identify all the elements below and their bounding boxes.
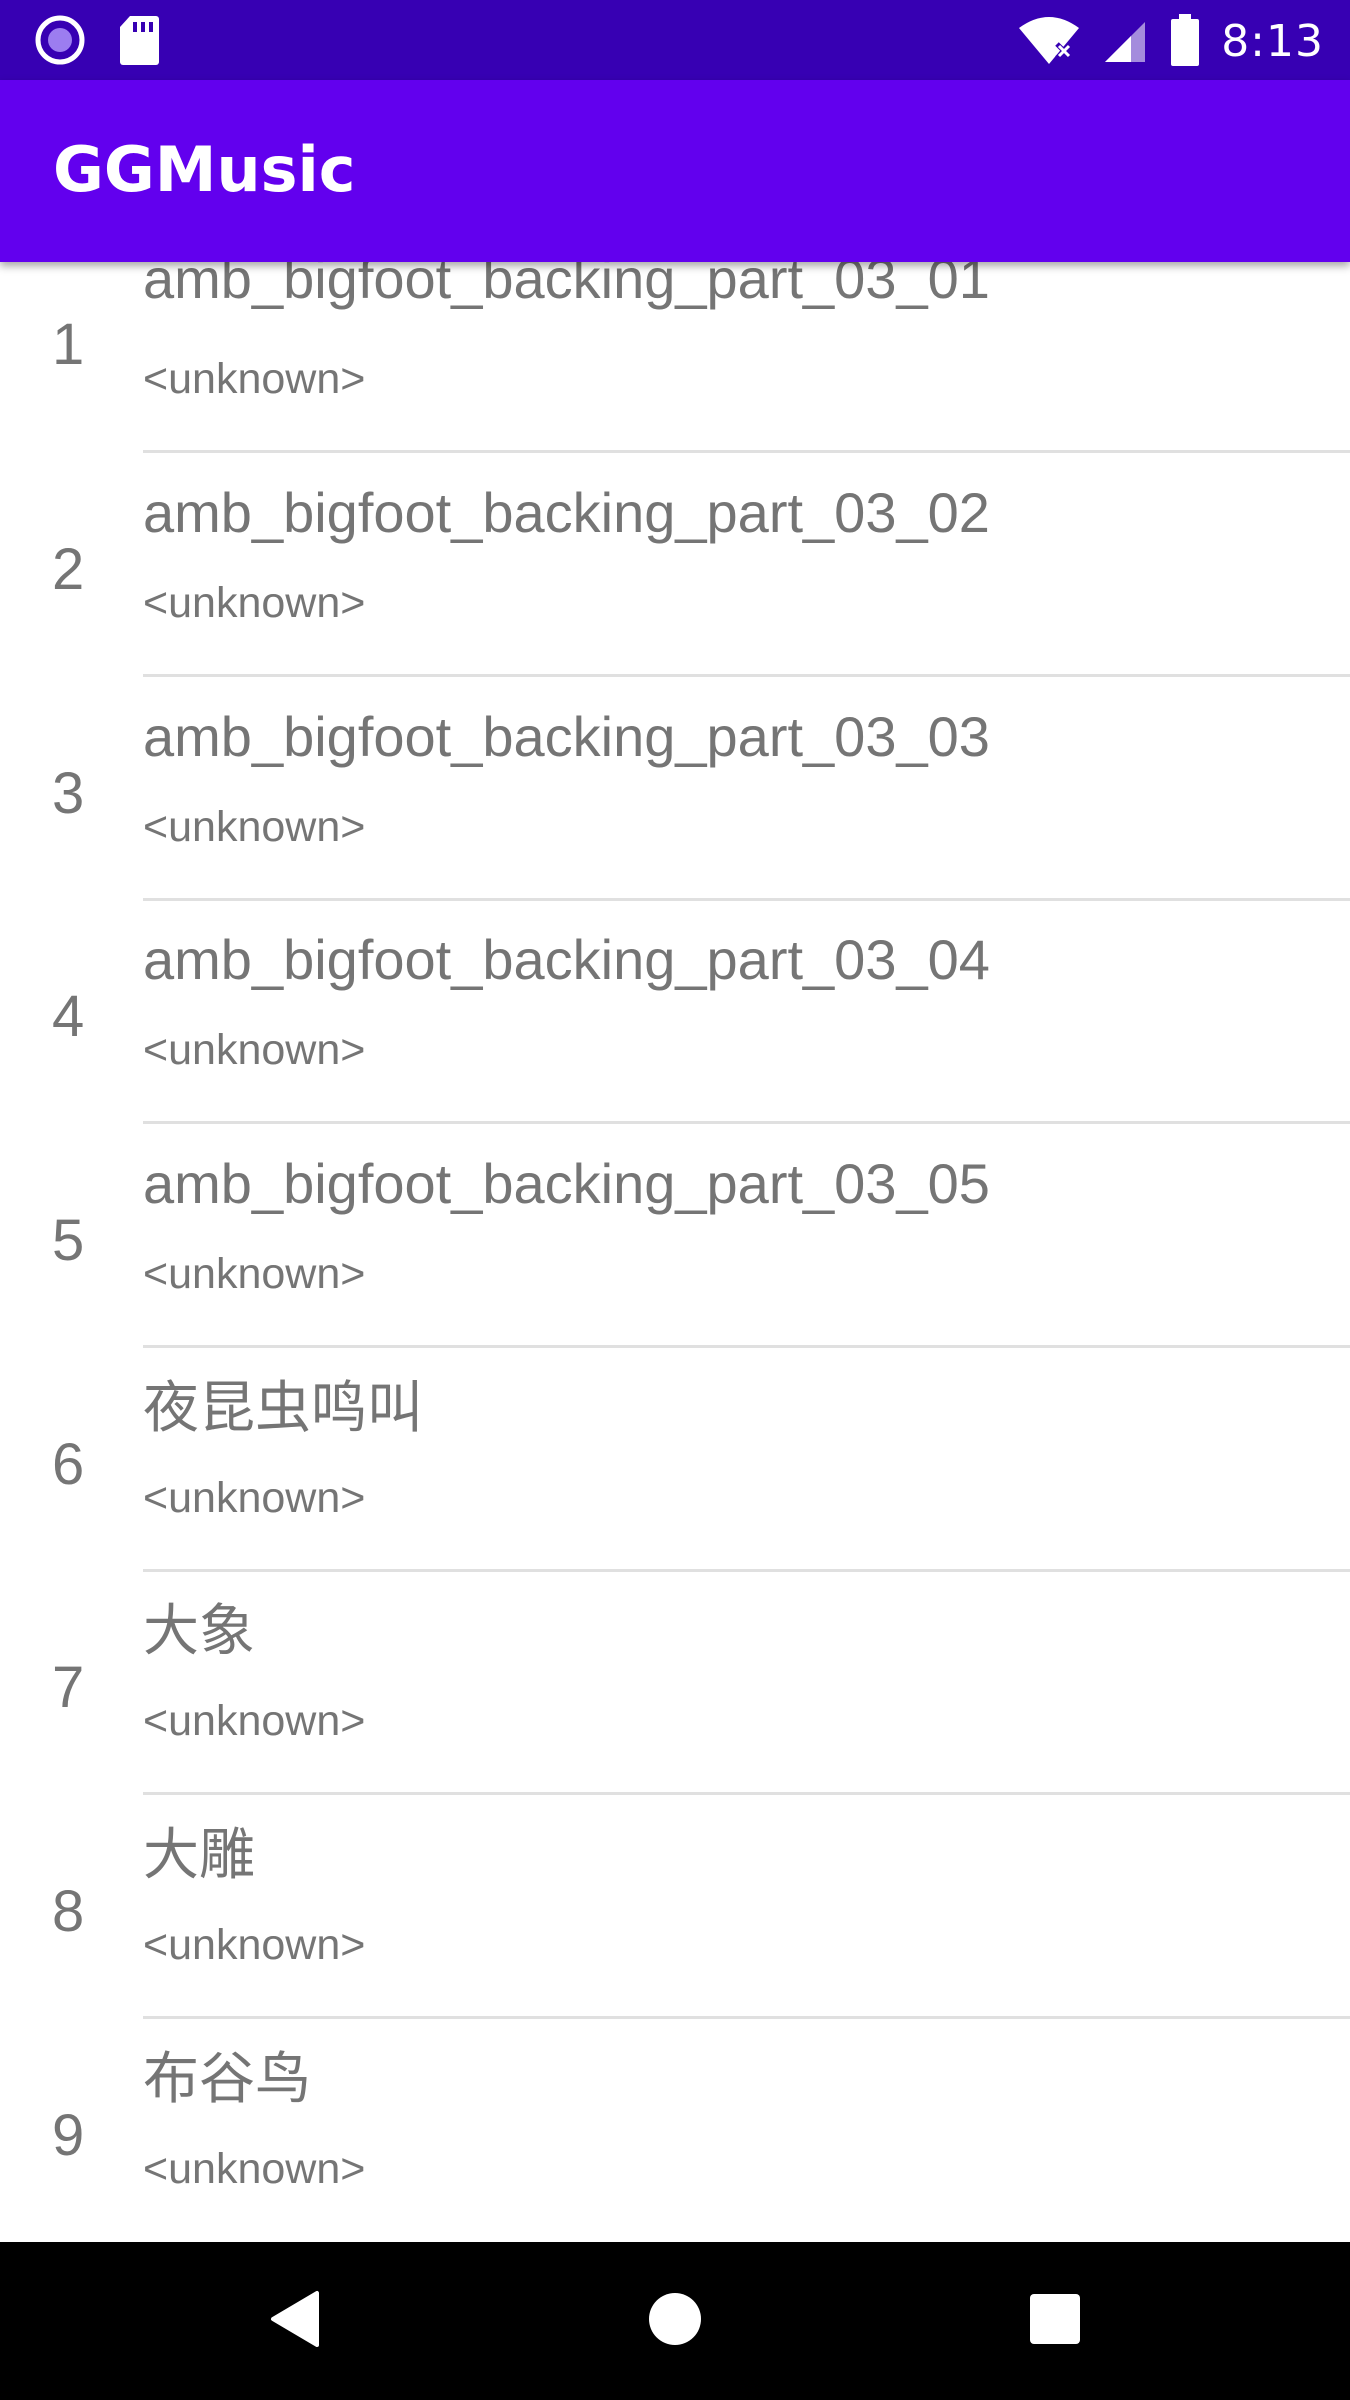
song-list-item[interactable]: 4 amb_bigfoot_backing_part_03_04 <unknow… (0, 900, 1350, 1124)
song-title: amb_bigfoot_backing_part_03_05 (143, 1152, 990, 1215)
app-bar: GGMusic (0, 80, 1350, 262)
song-number: 9 (52, 2103, 85, 2168)
record-indicator-icon (34, 14, 86, 70)
navigation-bar (0, 2242, 1350, 2400)
song-list-item[interactable]: 8 大雕 <unknown> (0, 1795, 1350, 2019)
cell-signal-icon (1101, 14, 1149, 70)
back-button[interactable] (250, 2276, 340, 2366)
recents-button[interactable] (1010, 2276, 1100, 2366)
song-artist: <unknown> (143, 1026, 366, 1074)
song-artist: <unknown> (143, 2145, 366, 2193)
status-time: 8:13 (1221, 16, 1324, 67)
app-title: GGMusic (53, 133, 356, 206)
song-number: 4 (52, 984, 85, 1049)
song-list[interactable]: 1 amb_bigfoot_backing_part_03_01 <unknow… (0, 262, 1350, 2242)
sd-card-icon (118, 14, 160, 70)
song-number: 1 (52, 312, 85, 377)
home-button[interactable] (630, 2276, 720, 2366)
song-artist: <unknown> (143, 1697, 366, 1745)
song-number: 2 (52, 537, 85, 602)
song-title: 布谷鸟 (143, 2047, 311, 2110)
song-artist: <unknown> (143, 1474, 366, 1522)
song-artist: <unknown> (143, 1921, 366, 1969)
song-title: 大雕 (143, 1823, 255, 1886)
song-title: 大象 (143, 1599, 255, 1662)
song-title: amb_bigfoot_backing_part_03_04 (143, 928, 990, 991)
wifi-no-internet-icon (1017, 14, 1081, 70)
song-title: amb_bigfoot_backing_part_03_01 (143, 262, 990, 310)
status-bar: 8:13 (0, 0, 1350, 80)
song-number: 3 (52, 761, 85, 826)
song-list-item[interactable]: 1 amb_bigfoot_backing_part_03_01 <unknow… (0, 262, 1350, 453)
song-title: 夜昆虫鸣叫 (143, 1376, 423, 1439)
status-left-icons (34, 14, 160, 70)
song-list-item[interactable]: 3 amb_bigfoot_backing_part_03_03 <unknow… (0, 677, 1350, 901)
song-artist: <unknown> (143, 803, 366, 851)
song-number: 6 (52, 1432, 85, 1497)
song-list-item[interactable]: 9 布谷鸟 <unknown> (0, 2019, 1350, 2242)
song-number: 7 (52, 1655, 85, 1720)
song-list-item[interactable]: 7 大象 <unknown> (0, 1571, 1350, 1795)
status-right-icons: 8:13 (1017, 12, 1324, 72)
song-artist: <unknown> (143, 1250, 366, 1298)
recents-icon (1027, 2291, 1083, 2351)
back-icon (267, 2289, 323, 2353)
song-artist: <unknown> (143, 579, 366, 627)
song-list-item[interactable]: 6 夜昆虫鸣叫 <unknown> (0, 1348, 1350, 1572)
song-list-item[interactable]: 5 amb_bigfoot_backing_part_03_05 <unknow… (0, 1124, 1350, 1348)
home-icon (645, 2289, 705, 2353)
song-number: 8 (52, 1879, 85, 1944)
screen: 8:13 GGMusic 1 amb_bigfoot_backing_part_… (0, 0, 1350, 2400)
song-title: amb_bigfoot_backing_part_03_03 (143, 705, 990, 768)
song-artist: <unknown> (143, 355, 366, 403)
song-list-item[interactable]: 2 amb_bigfoot_backing_part_03_02 <unknow… (0, 453, 1350, 677)
battery-icon (1169, 12, 1201, 72)
song-number: 5 (52, 1208, 85, 1273)
song-title: amb_bigfoot_backing_part_03_02 (143, 481, 990, 544)
